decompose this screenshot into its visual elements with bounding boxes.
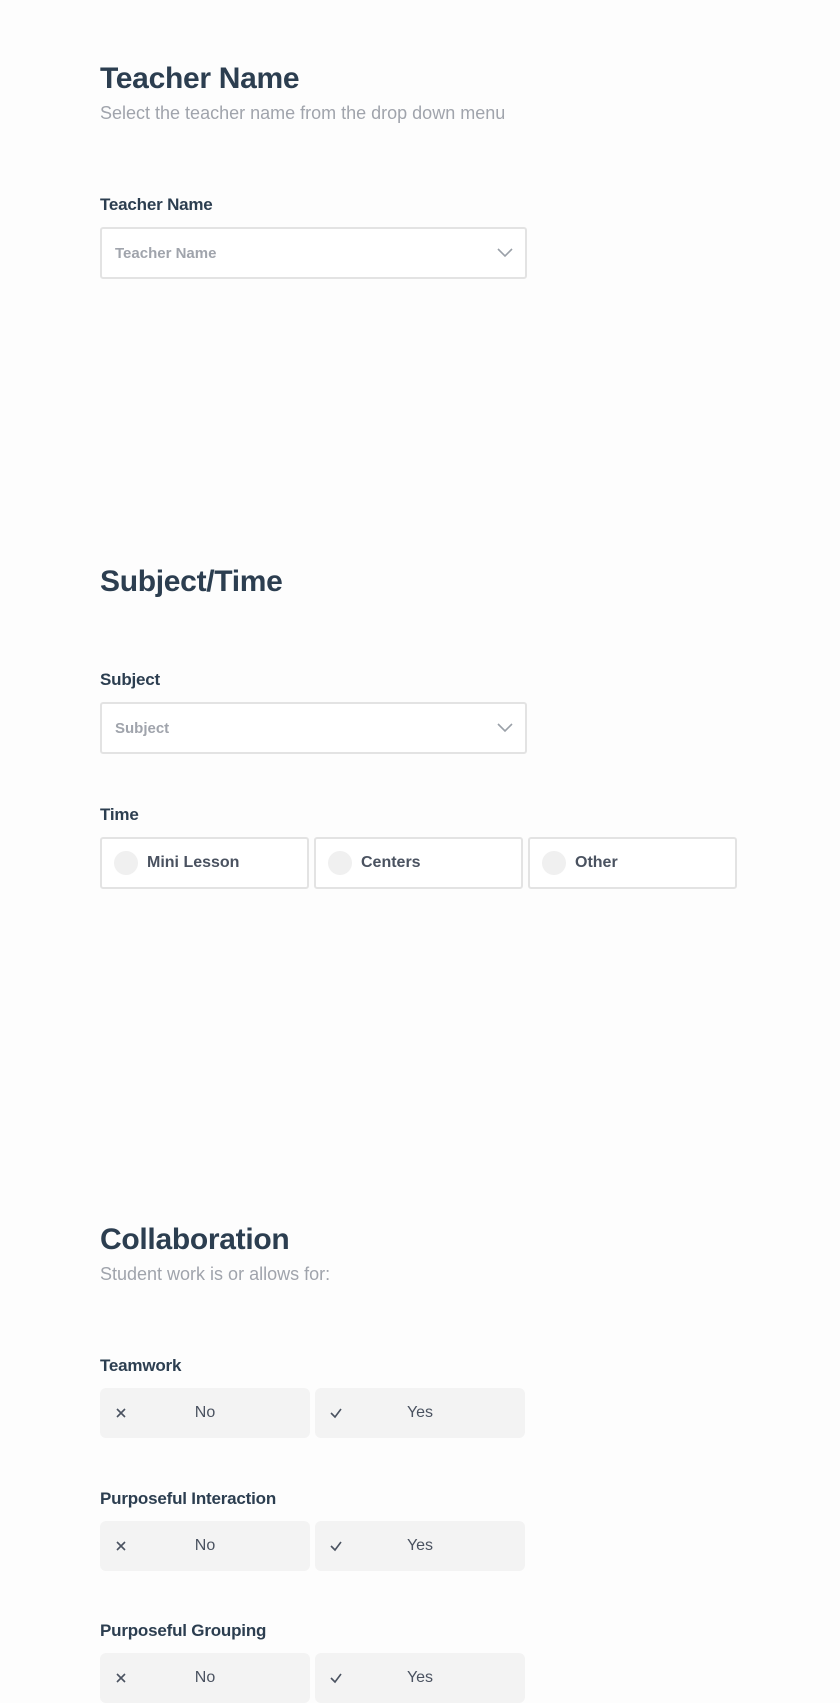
purposeful-interaction-no-button[interactable]: No (100, 1521, 310, 1571)
button-label: No (194, 1537, 216, 1554)
teacher-name-select[interactable]: Teacher Name (100, 227, 527, 279)
button-label: Yes (406, 1404, 434, 1421)
button-label: Yes (406, 1537, 434, 1554)
purposeful-grouping-no-button[interactable]: No (100, 1653, 310, 1703)
select-placeholder: Subject (115, 719, 170, 737)
select-placeholder: Teacher Name (115, 244, 217, 262)
radio-label: Centers (361, 854, 421, 871)
section-title-teacher: Teacher Name (100, 62, 300, 95)
button-label: Yes (406, 1669, 434, 1686)
purposeful-grouping-yes-button[interactable]: Yes (315, 1653, 525, 1703)
purposeful-interaction-toggle-group: No Yes (100, 1521, 525, 1571)
teamwork-yes-button[interactable]: Yes (315, 1388, 525, 1438)
purposeful-interaction-yes-button[interactable]: Yes (315, 1521, 525, 1571)
radio-circle-icon (328, 851, 352, 875)
teamwork-toggle-group: No Yes (100, 1388, 525, 1438)
radio-option-other[interactable]: Other (528, 837, 737, 889)
radio-label: Other (575, 854, 618, 871)
field-label-teamwork: Teamwork (100, 1356, 182, 1375)
button-label: No (194, 1404, 216, 1421)
teamwork-no-button[interactable]: No (100, 1388, 310, 1438)
field-label-purposeful-interaction: Purposeful Interaction (100, 1489, 277, 1508)
radio-option-mini-lesson[interactable]: Mini Lesson (100, 837, 309, 889)
button-label: No (194, 1669, 216, 1686)
subject-select[interactable]: Subject (100, 702, 527, 754)
section-subtitle-collaboration: Student work is or allows for: (100, 1264, 331, 1284)
radio-label: Mini Lesson (147, 854, 240, 871)
field-label-time: Time (100, 805, 139, 824)
field-label-purposeful-grouping: Purposeful Grouping (100, 1621, 267, 1640)
purposeful-grouping-toggle-group: No Yes (100, 1653, 525, 1703)
chevron-down-icon (497, 723, 513, 733)
chevron-down-icon (497, 248, 513, 258)
section-title-subject-time: Subject/Time (100, 565, 283, 598)
radio-circle-icon (542, 851, 566, 875)
radio-circle-icon (114, 851, 138, 875)
field-label-subject: Subject (100, 670, 161, 689)
section-title-collaboration: Collaboration (100, 1223, 290, 1256)
field-label-teacher-name: Teacher Name (100, 195, 213, 214)
time-radio-group: Mini Lesson Centers Other (100, 837, 737, 889)
radio-option-centers[interactable]: Centers (314, 837, 523, 889)
section-subtitle-teacher: Select the teacher name from the drop do… (100, 103, 506, 123)
